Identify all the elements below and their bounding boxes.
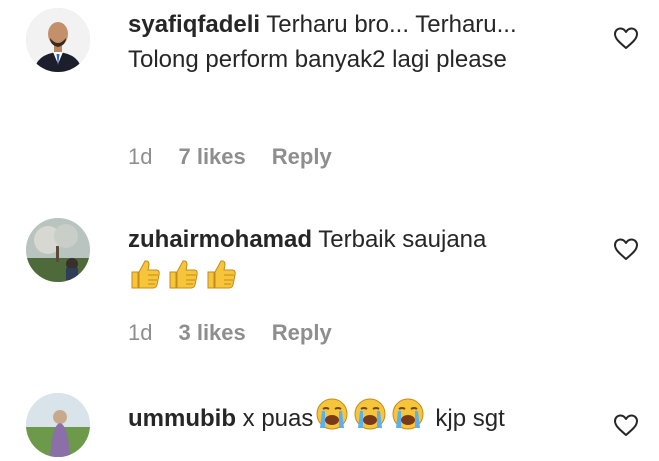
comment-text: ummubib x puas kjp sgt bbox=[128, 397, 588, 436]
comment-message: Terbaik saujana bbox=[312, 226, 487, 253]
thumbs-up-emoji-icon bbox=[204, 257, 238, 291]
likes-count[interactable]: 7 likes bbox=[178, 144, 245, 169]
reply-button[interactable]: Reply bbox=[272, 320, 332, 345]
profile-photo-icon bbox=[26, 393, 90, 457]
thumbs-up-emoji-icon bbox=[128, 257, 162, 291]
comment-username[interactable]: zuhairmohamad bbox=[128, 226, 312, 253]
profile-photo-icon bbox=[26, 8, 90, 72]
crying-face-emoji-icon bbox=[391, 397, 425, 431]
comment-username[interactable]: ummubib bbox=[128, 405, 236, 432]
reply-button[interactable]: Reply bbox=[272, 144, 332, 169]
comment-meta: 1d 3 likes Reply bbox=[128, 320, 358, 346]
avatar[interactable] bbox=[26, 8, 90, 72]
comment-username[interactable]: syafiqfadeli bbox=[128, 11, 260, 38]
avatar[interactable] bbox=[26, 218, 90, 282]
comment-meta: 1d 7 likes Reply bbox=[128, 144, 358, 170]
profile-photo-icon bbox=[26, 218, 90, 282]
comment-text: zuhairmohamad Terbaik saujana bbox=[128, 222, 588, 296]
crying-face-emoji-icon bbox=[353, 397, 387, 431]
avatar[interactable] bbox=[26, 393, 90, 457]
heart-outline-icon bbox=[614, 414, 638, 436]
comment-message-suffix: kjp sgt bbox=[435, 405, 505, 432]
heart-outline-icon bbox=[614, 27, 638, 49]
likes-count[interactable]: 3 likes bbox=[178, 320, 245, 345]
comment-text: syafiqfadeli Terharu bro... Terharu... T… bbox=[128, 7, 588, 77]
like-button[interactable] bbox=[613, 237, 639, 261]
comment-time: 1d bbox=[128, 144, 153, 169]
comment-time: 1d bbox=[128, 320, 153, 345]
like-button[interactable] bbox=[613, 413, 639, 437]
comment-message: x puas bbox=[236, 405, 314, 432]
heart-outline-icon bbox=[614, 238, 638, 260]
thumbs-up-emoji-icon bbox=[166, 257, 200, 291]
like-button[interactable] bbox=[613, 26, 639, 50]
crying-face-emoji-icon bbox=[315, 397, 349, 431]
